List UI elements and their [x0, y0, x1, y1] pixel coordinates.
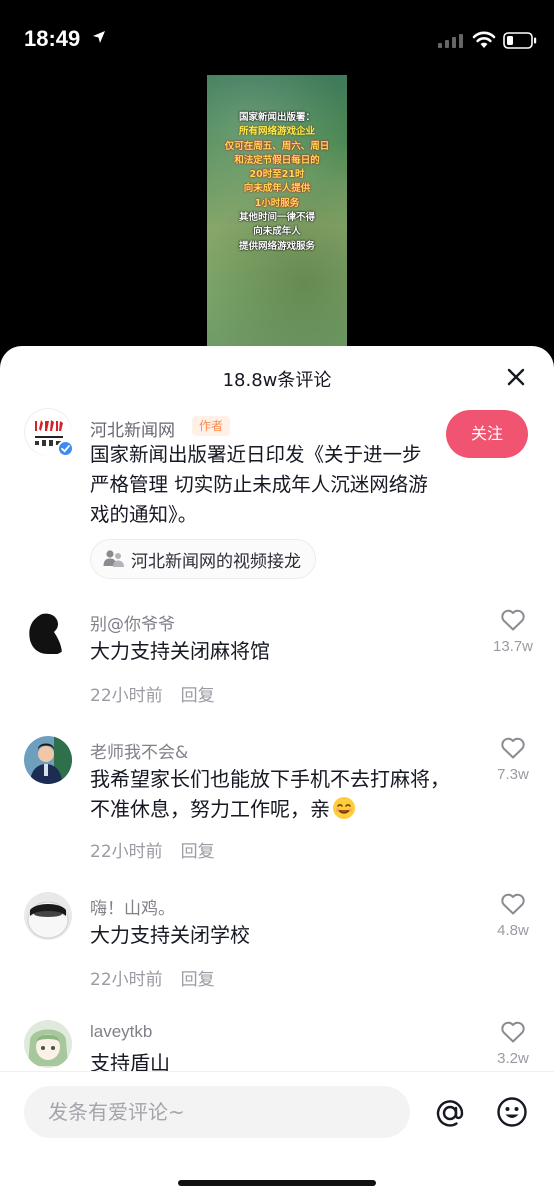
reply-button[interactable]: 回复	[181, 686, 215, 706]
heart-icon	[501, 737, 525, 759]
comment-username[interactable]: 老师我不会&	[90, 738, 188, 763]
close-icon[interactable]	[505, 366, 527, 388]
author-post-text: 国家新闻出版署近日印发《关于进一步严格管理 切实防止未成年人沉迷网络游戏的通知》…	[90, 443, 428, 526]
video-caption-line: 和法定节假日每日的	[234, 154, 320, 166]
user-avatar[interactable]	[24, 608, 72, 656]
video-thumbnail[interactable]: 国家新闻出版署： 所有网络游戏企业 仅可在周五、周六、周日 和法定节假日每日的 …	[207, 75, 347, 350]
comment-meta: 22小时前 回复	[90, 965, 233, 990]
heart-icon	[501, 609, 525, 631]
author-avatar[interactable]	[24, 408, 74, 457]
comment-text: 我希望家长们也能放下手机不去打麻将，不准休息，努力工作呢，亲	[90, 764, 460, 824]
silhouette-avatar-image	[24, 608, 72, 656]
heart-icon	[501, 1021, 525, 1043]
like-count: 4.8w	[497, 922, 529, 939]
photo-avatar-image	[24, 736, 72, 784]
comment-input[interactable]: 发条有爱评论~	[24, 1086, 410, 1138]
like-button[interactable]: 7.3w	[480, 736, 546, 783]
reply-button[interactable]: 回复	[181, 842, 215, 862]
video-caption: 国家新闻出版署： 所有网络游戏企业 仅可在周五、周六、周日 和法定节假日每日的 …	[207, 111, 347, 254]
comment-time: 22小时前	[90, 686, 163, 706]
video-caption-line: 其他时间一律不得	[238, 212, 315, 224]
comment-time: 22小时前	[90, 842, 163, 862]
status-bar: 18:49	[0, 0, 554, 80]
like-button[interactable]: 13.7w	[480, 608, 546, 655]
author-tag-badge: 作者	[192, 416, 231, 436]
anime-avatar-image	[24, 1020, 72, 1068]
video-caption-line: 1小时服务	[254, 197, 300, 209]
follow-button[interactable]: 关注	[446, 410, 528, 458]
wifi-icon	[472, 31, 496, 48]
comment-count-title: 18.8w条评论	[222, 370, 332, 391]
verified-badge-icon	[57, 440, 74, 457]
comment-text-content: 我希望家长们也能放下手机不去打麻将，不准休息，努力工作呢，亲	[90, 767, 450, 821]
like-count: 3.2w	[497, 1050, 529, 1067]
status-time: 18:49	[24, 26, 81, 51]
like-button[interactable]: 4.8w	[480, 892, 546, 939]
video-caption-line: 向未成年人	[253, 226, 301, 238]
comment-meta: 22小时前 回复	[90, 837, 233, 862]
comment-time: 22小时前	[90, 970, 163, 990]
like-button[interactable]: 3.2w	[480, 1020, 546, 1067]
home-indicator[interactable]	[178, 1180, 376, 1186]
video-caption-line: 所有网络游戏企业	[238, 126, 315, 138]
video-caption-line: 20时至21时	[249, 169, 305, 181]
video-caption-line: 向未成年人提供	[243, 183, 311, 195]
user-avatar[interactable]	[24, 1020, 72, 1068]
video-caption-line: 提供网络游戏服务	[238, 240, 315, 252]
smile-emoji-icon	[333, 797, 355, 819]
photo-avatar-image	[24, 892, 72, 940]
video-chain-label: 河北新闻网的视频接龙	[131, 551, 301, 572]
like-count: 13.7w	[492, 638, 534, 655]
user-avatar[interactable]	[24, 892, 72, 940]
like-count: 7.3w	[497, 766, 529, 783]
author-name[interactable]: 河北新闻网	[90, 416, 175, 441]
cellular-signal-icon	[438, 34, 463, 48]
reply-button[interactable]: 回复	[181, 970, 215, 990]
comment-username[interactable]: 别@你爷爷	[90, 610, 175, 635]
video-caption-line: 仅可在周五、周六、周日	[224, 140, 330, 152]
people-icon	[103, 550, 124, 567]
comment-username[interactable]: laveytkb	[90, 1022, 152, 1042]
at-mention-icon[interactable]	[433, 1096, 467, 1130]
comment-meta: 22小时前 回复	[90, 681, 233, 706]
comment-text: 大力支持关闭学校	[90, 923, 250, 947]
comment-username[interactable]: 嗨！山鸡。	[90, 894, 175, 919]
video-chain-chip[interactable]: 河北新闻网的视频接龙	[90, 539, 316, 579]
location-arrow-icon	[93, 31, 105, 43]
emoji-icon[interactable]	[496, 1096, 528, 1128]
heart-icon	[501, 893, 525, 915]
comment-text: 大力支持关闭麻将馆	[90, 639, 270, 663]
user-avatar[interactable]	[24, 736, 72, 784]
video-caption-line: 国家新闻出版署：	[238, 112, 315, 123]
battery-icon	[503, 32, 537, 49]
